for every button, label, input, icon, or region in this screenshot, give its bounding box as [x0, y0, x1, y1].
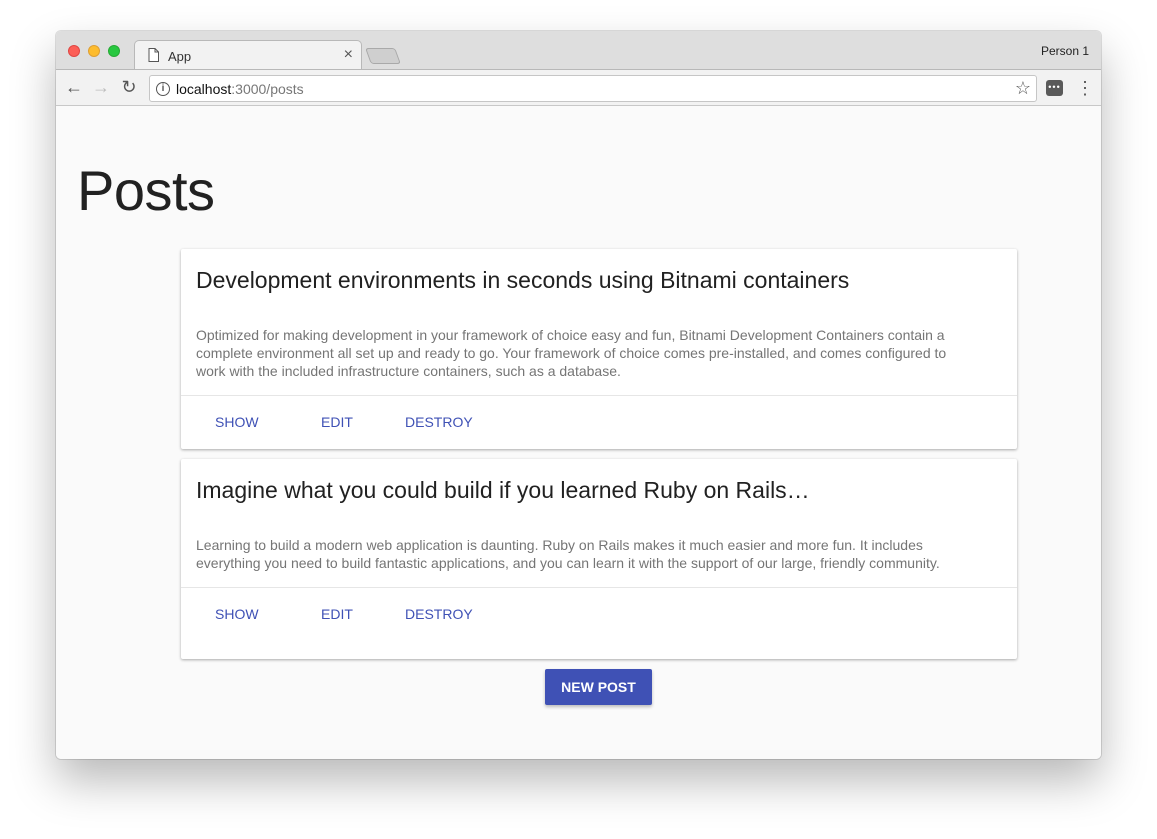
extension-icon[interactable]: ••• [1046, 80, 1063, 96]
page-content: Posts Development environments in second… [56, 106, 1101, 759]
show-button[interactable]: SHOW [215, 414, 259, 430]
url-host: localhost [176, 81, 232, 97]
edit-button[interactable]: EDIT [321, 606, 353, 622]
browser-menu-icon[interactable]: ⋮ [1076, 78, 1094, 98]
url-text[interactable]: localhost:3000/posts [176, 81, 304, 97]
post-body: Optimized for making development in your… [196, 327, 947, 379]
browser-toolbar: ← → ↻ i localhost:3000/posts ☆ ••• ⋮ [56, 69, 1101, 106]
post-actions: SHOW EDIT DESTROY [181, 587, 1017, 639]
post-body: Learning to build a modern web applicati… [196, 537, 940, 571]
post-title: Imagine what you could build if you lear… [196, 477, 810, 503]
show-button[interactable]: SHOW [215, 606, 259, 622]
browser-window: App × Person 1 ← → ↻ i localhost:3000/po… [56, 31, 1101, 759]
destroy-button[interactable]: DESTROY [405, 414, 473, 430]
new-tab-button[interactable] [365, 48, 401, 64]
tab-title: App [168, 49, 192, 64]
profile-name[interactable]: Person 1 [1041, 44, 1089, 58]
page-title: Posts [77, 159, 215, 222]
url-path: :3000/posts [231, 81, 304, 97]
info-icon[interactable]: i [156, 82, 170, 96]
browser-tab[interactable]: App × [134, 40, 362, 70]
new-post-button[interactable]: NEW POST [545, 669, 652, 705]
page-icon [148, 48, 159, 62]
back-arrow-icon[interactable]: ← [63, 76, 85, 98]
minimize-window-button[interactable] [88, 45, 100, 57]
tab-close-icon[interactable]: × [344, 45, 353, 65]
close-window-button[interactable] [68, 45, 80, 57]
address-bar[interactable]: i localhost:3000/posts ☆ [149, 75, 1037, 102]
maximize-window-button[interactable] [108, 45, 120, 57]
forward-arrow-icon[interactable]: → [90, 76, 112, 98]
reload-icon[interactable]: ↻ [118, 76, 140, 98]
post-actions: SHOW EDIT DESTROY [181, 395, 1017, 447]
post-title: Development environments in seconds usin… [196, 267, 850, 293]
edit-button[interactable]: EDIT [321, 414, 353, 430]
destroy-button[interactable]: DESTROY [405, 606, 473, 622]
post-card: Development environments in seconds usin… [181, 249, 1017, 449]
bookmark-star-icon[interactable]: ☆ [1015, 78, 1031, 99]
title-bar: App × Person 1 [56, 31, 1101, 70]
post-card: Imagine what you could build if you lear… [181, 459, 1017, 659]
